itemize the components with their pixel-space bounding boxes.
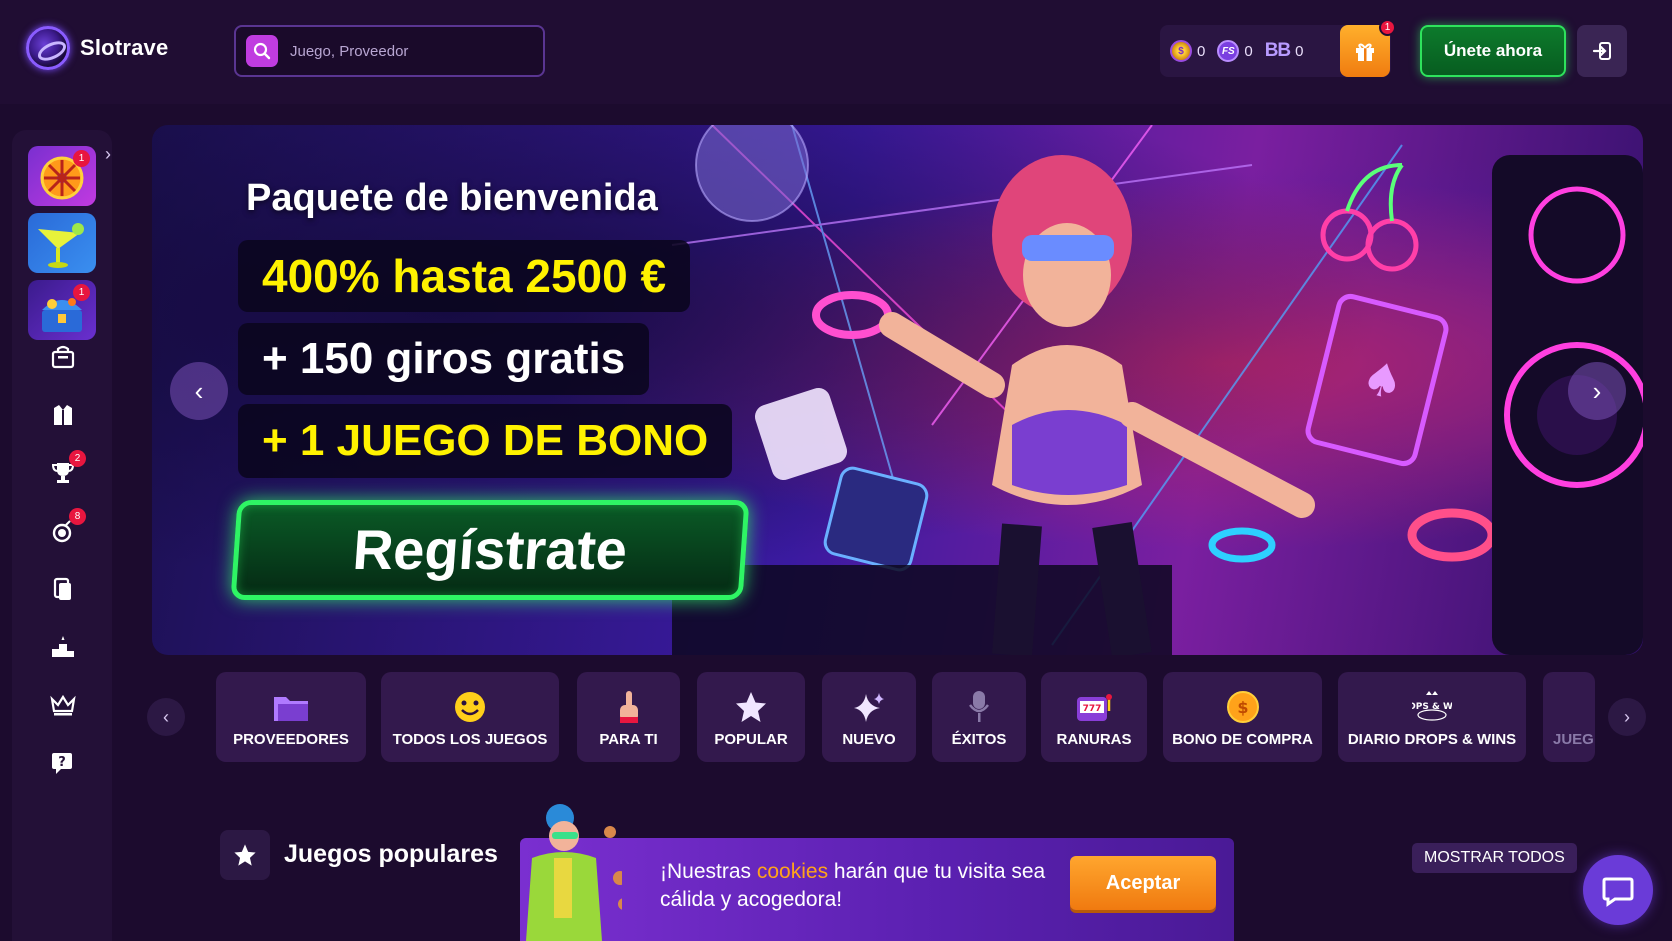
category-label: PROVEEDORES: [233, 731, 349, 748]
search-input[interactable]: [290, 42, 520, 60]
coin-balance: $ 0: [1170, 40, 1205, 62]
banner-offer-bonus-game: + 1 JUEGO DE BONO: [238, 404, 733, 478]
banner-offer-deposit: 400% hasta 2500 €: [238, 240, 691, 312]
category-popular[interactable]: POPULAR: [697, 672, 805, 762]
category-for-you[interactable]: PARA TI: [577, 672, 680, 762]
welcome-banner[interactable]: ♠ Paquete de bienvenida 400% hasta 2500 …: [152, 125, 1643, 655]
sidebar-shop-icon[interactable]: [48, 342, 78, 372]
drops-wins-icon: DROPS & WINS: [1412, 689, 1452, 725]
categories-prev-chevron-icon[interactable]: ‹: [147, 698, 185, 736]
sidebar-wheel-promo[interactable]: 1: [28, 146, 96, 206]
category-label: JUEG: [1553, 731, 1594, 748]
wheel-badge: 1: [73, 150, 90, 167]
sparkle-icon: [849, 689, 889, 725]
chat-support-button[interactable]: [1583, 855, 1653, 925]
pointing-hand-icon: [609, 689, 649, 725]
free-spins-icon: FS: [1217, 40, 1240, 62]
accept-cookies-button[interactable]: Aceptar: [1070, 856, 1216, 910]
category-bonus-buy[interactable]: $ BONO DE COMPRA: [1163, 672, 1322, 762]
sidebar-cocktail-promo[interactable]: [28, 213, 96, 273]
cookie-banner: ¡Nuestras cookies harán que tu visita se…: [520, 838, 1234, 941]
free-spins-balance: FS 0: [1217, 40, 1253, 62]
top-header: Slotrave $ 0 FS 0 BB 0 1 Únete ahora: [0, 0, 1672, 104]
banner-prev-chevron-icon[interactable]: ‹: [170, 362, 228, 420]
sidebar-vip-crown-icon[interactable]: [48, 690, 78, 720]
brand-name: Slotrave: [80, 35, 169, 60]
sidebar-cards-icon[interactable]: [48, 574, 78, 604]
popular-star-icon: [220, 830, 270, 880]
register-button[interactable]: Regístrate: [230, 500, 750, 600]
category-label: POPULAR: [714, 731, 788, 748]
star-icon: [731, 689, 771, 725]
category-providers[interactable]: PROVEEDORES: [216, 672, 366, 762]
bonus-balance: BB 0: [1265, 40, 1304, 62]
coin-icon: $: [1170, 40, 1192, 62]
popular-games-title: Juegos populares: [284, 840, 498, 868]
sidebar-bomb-icon[interactable]: 8: [48, 508, 86, 546]
sidebar-tournaments-trophy-icon[interactable]: 2: [48, 450, 86, 488]
sidebar-vip-jacket-icon[interactable]: [48, 400, 78, 430]
category-hits[interactable]: ÉXITOS: [932, 672, 1026, 762]
gift-badge: 1: [1379, 19, 1396, 36]
tournaments-badge: 2: [69, 450, 86, 467]
sidebar: › 1 1 2 8 ?: [12, 130, 112, 941]
gift-button[interactable]: 1: [1340, 19, 1396, 77]
cocktail-icon: [38, 223, 84, 268]
category-label: PARA TI: [599, 731, 658, 748]
category-partial[interactable]: JUEG: [1543, 672, 1595, 762]
svg-text:♠: ♠: [1356, 349, 1409, 411]
cookie-message: ¡Nuestras cookies harán que tu visita se…: [660, 858, 1060, 914]
dollar-coin-icon: $: [1223, 689, 1263, 725]
svg-text:$: $: [1237, 698, 1248, 717]
cookie-link[interactable]: cookies: [757, 860, 828, 883]
category-label: ÉXITOS: [951, 731, 1007, 748]
categories-next-chevron-icon[interactable]: ›: [1608, 698, 1646, 736]
bonus-bb-label: BB: [1264, 40, 1291, 61]
search-box[interactable]: [234, 25, 545, 77]
category-label: RANURAS: [1056, 731, 1132, 748]
coin-balance-value: 0: [1197, 42, 1206, 60]
category-all-games[interactable]: TODOS LOS JUEGOS: [381, 672, 559, 762]
category-slots[interactable]: 777 RANURAS: [1041, 672, 1147, 762]
gift-icon: [1356, 43, 1374, 61]
banner-next-chevron-icon[interactable]: ›: [1568, 362, 1626, 420]
smiley-icon: [450, 689, 490, 725]
cookie-text-before: ¡Nuestras: [660, 860, 757, 883]
category-label: TODOS LOS JUEGOS: [392, 731, 548, 748]
logo-planet-icon: [26, 26, 70, 70]
show-all-button[interactable]: MOSTRAR TODOS: [1412, 843, 1577, 873]
cookie-character-illustration: [526, 804, 622, 941]
svg-text:?: ?: [58, 755, 66, 770]
login-icon: [1592, 42, 1611, 60]
sidebar-treasure-promo[interactable]: 1: [28, 280, 96, 340]
category-label: DIARIO DROPS & WINS: [1347, 731, 1517, 748]
slot-machine-icon: 777: [1074, 689, 1114, 725]
sidebar-help-icon[interactable]: ?: [48, 748, 78, 778]
chest-badge: 1: [73, 284, 90, 301]
microphone-icon: [959, 689, 999, 725]
category-label: BONO DE COMPRA: [1172, 731, 1313, 748]
bomb-badge: 8: [69, 508, 86, 525]
search-icon[interactable]: [246, 35, 278, 67]
bonus-balance-value: 0: [1295, 42, 1304, 60]
brand-logo[interactable]: Slotrave: [26, 26, 168, 70]
login-button[interactable]: [1577, 25, 1627, 77]
free-spins-value: 0: [1244, 42, 1253, 60]
category-new[interactable]: NUEVO: [822, 672, 916, 762]
sidebar-leaderboard-icon[interactable]: [48, 632, 78, 662]
join-now-button[interactable]: Únete ahora: [1420, 25, 1566, 77]
banner-offer-spins: + 150 giros gratis: [238, 323, 650, 395]
partial-icon: [1553, 689, 1593, 725]
banner-title: Paquete de bienvenida: [246, 177, 658, 219]
svg-text:777: 777: [1083, 704, 1102, 714]
category-label: NUEVO: [842, 731, 896, 748]
category-daily-drops-wins[interactable]: DROPS & WINS DIARIO DROPS & WINS: [1338, 672, 1526, 762]
chat-bubble-icon: [1602, 877, 1634, 907]
sidebar-expand-chevron-icon[interactable]: ›: [105, 144, 111, 165]
folder-icon: [271, 689, 311, 725]
